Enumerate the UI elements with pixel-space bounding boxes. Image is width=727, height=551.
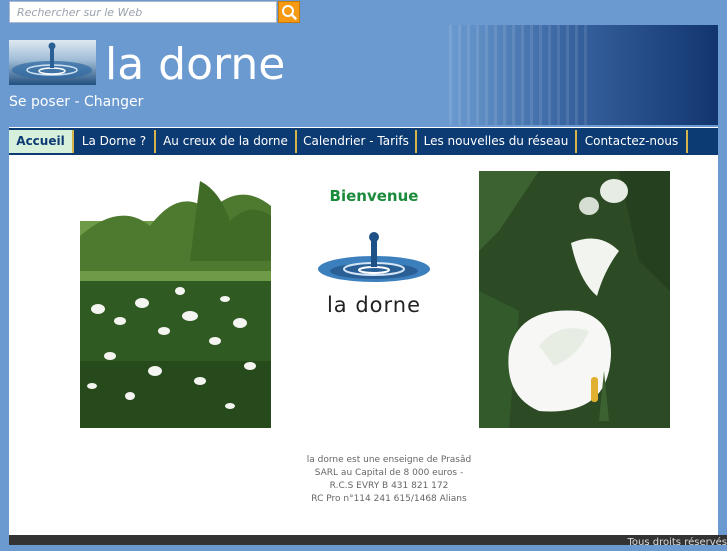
nav-item-nouvelles[interactable]: Les nouvelles du réseau xyxy=(417,130,577,153)
company-info-line: RC Pro n°114 241 615/1468 Alians xyxy=(289,493,489,506)
nav-item-accueil[interactable]: Accueil xyxy=(9,130,74,153)
water-drop-icon xyxy=(315,227,433,293)
site-header: la dorne Se poser - Changer xyxy=(9,25,718,125)
welcome-heading: Bienvenue xyxy=(299,187,449,205)
company-info-line: SARL au Capital de 8 000 euros - xyxy=(289,467,489,480)
search-input[interactable]: Rechercher sur le Web xyxy=(9,1,277,23)
company-info: la dorne est une enseigne de Prasâd SARL… xyxy=(289,454,489,506)
center-logo: la dorne xyxy=(315,227,433,322)
nav-item-au-creux[interactable]: Au creux de la dorne xyxy=(156,130,297,153)
main-navigation: Accueil La Dorne ? Au creux de la dorne … xyxy=(9,127,718,155)
center-logo-text: la dorne xyxy=(315,293,433,317)
nav-item-contact[interactable]: Contactez-nous xyxy=(577,130,688,153)
nav-item-calendrier[interactable]: Calendrier - Tarifs xyxy=(297,130,417,153)
search-button[interactable] xyxy=(278,1,300,23)
page-footer: Tous droits réservés xyxy=(9,535,727,545)
company-info-line: la dorne est une enseigne de Prasâd xyxy=(289,454,489,467)
footer-text: Tous droits réservés xyxy=(628,535,727,551)
calla-lilies-field-photo xyxy=(80,181,271,428)
company-info-line: R.C.S EVRY B 431 821 172 xyxy=(289,480,489,493)
white-calla-lily-photo xyxy=(479,171,670,428)
nav-item-la-dorne[interactable]: La Dorne ? xyxy=(74,130,156,153)
site-slogan: Se poser - Changer xyxy=(9,93,143,111)
search-icon xyxy=(279,2,299,22)
water-drop-logo[interactable] xyxy=(9,40,96,85)
header-decoration xyxy=(449,25,589,125)
site-title[interactable]: la dorne xyxy=(105,39,285,91)
main-content: Bienvenue la dorne la dorne est une xyxy=(9,155,718,535)
